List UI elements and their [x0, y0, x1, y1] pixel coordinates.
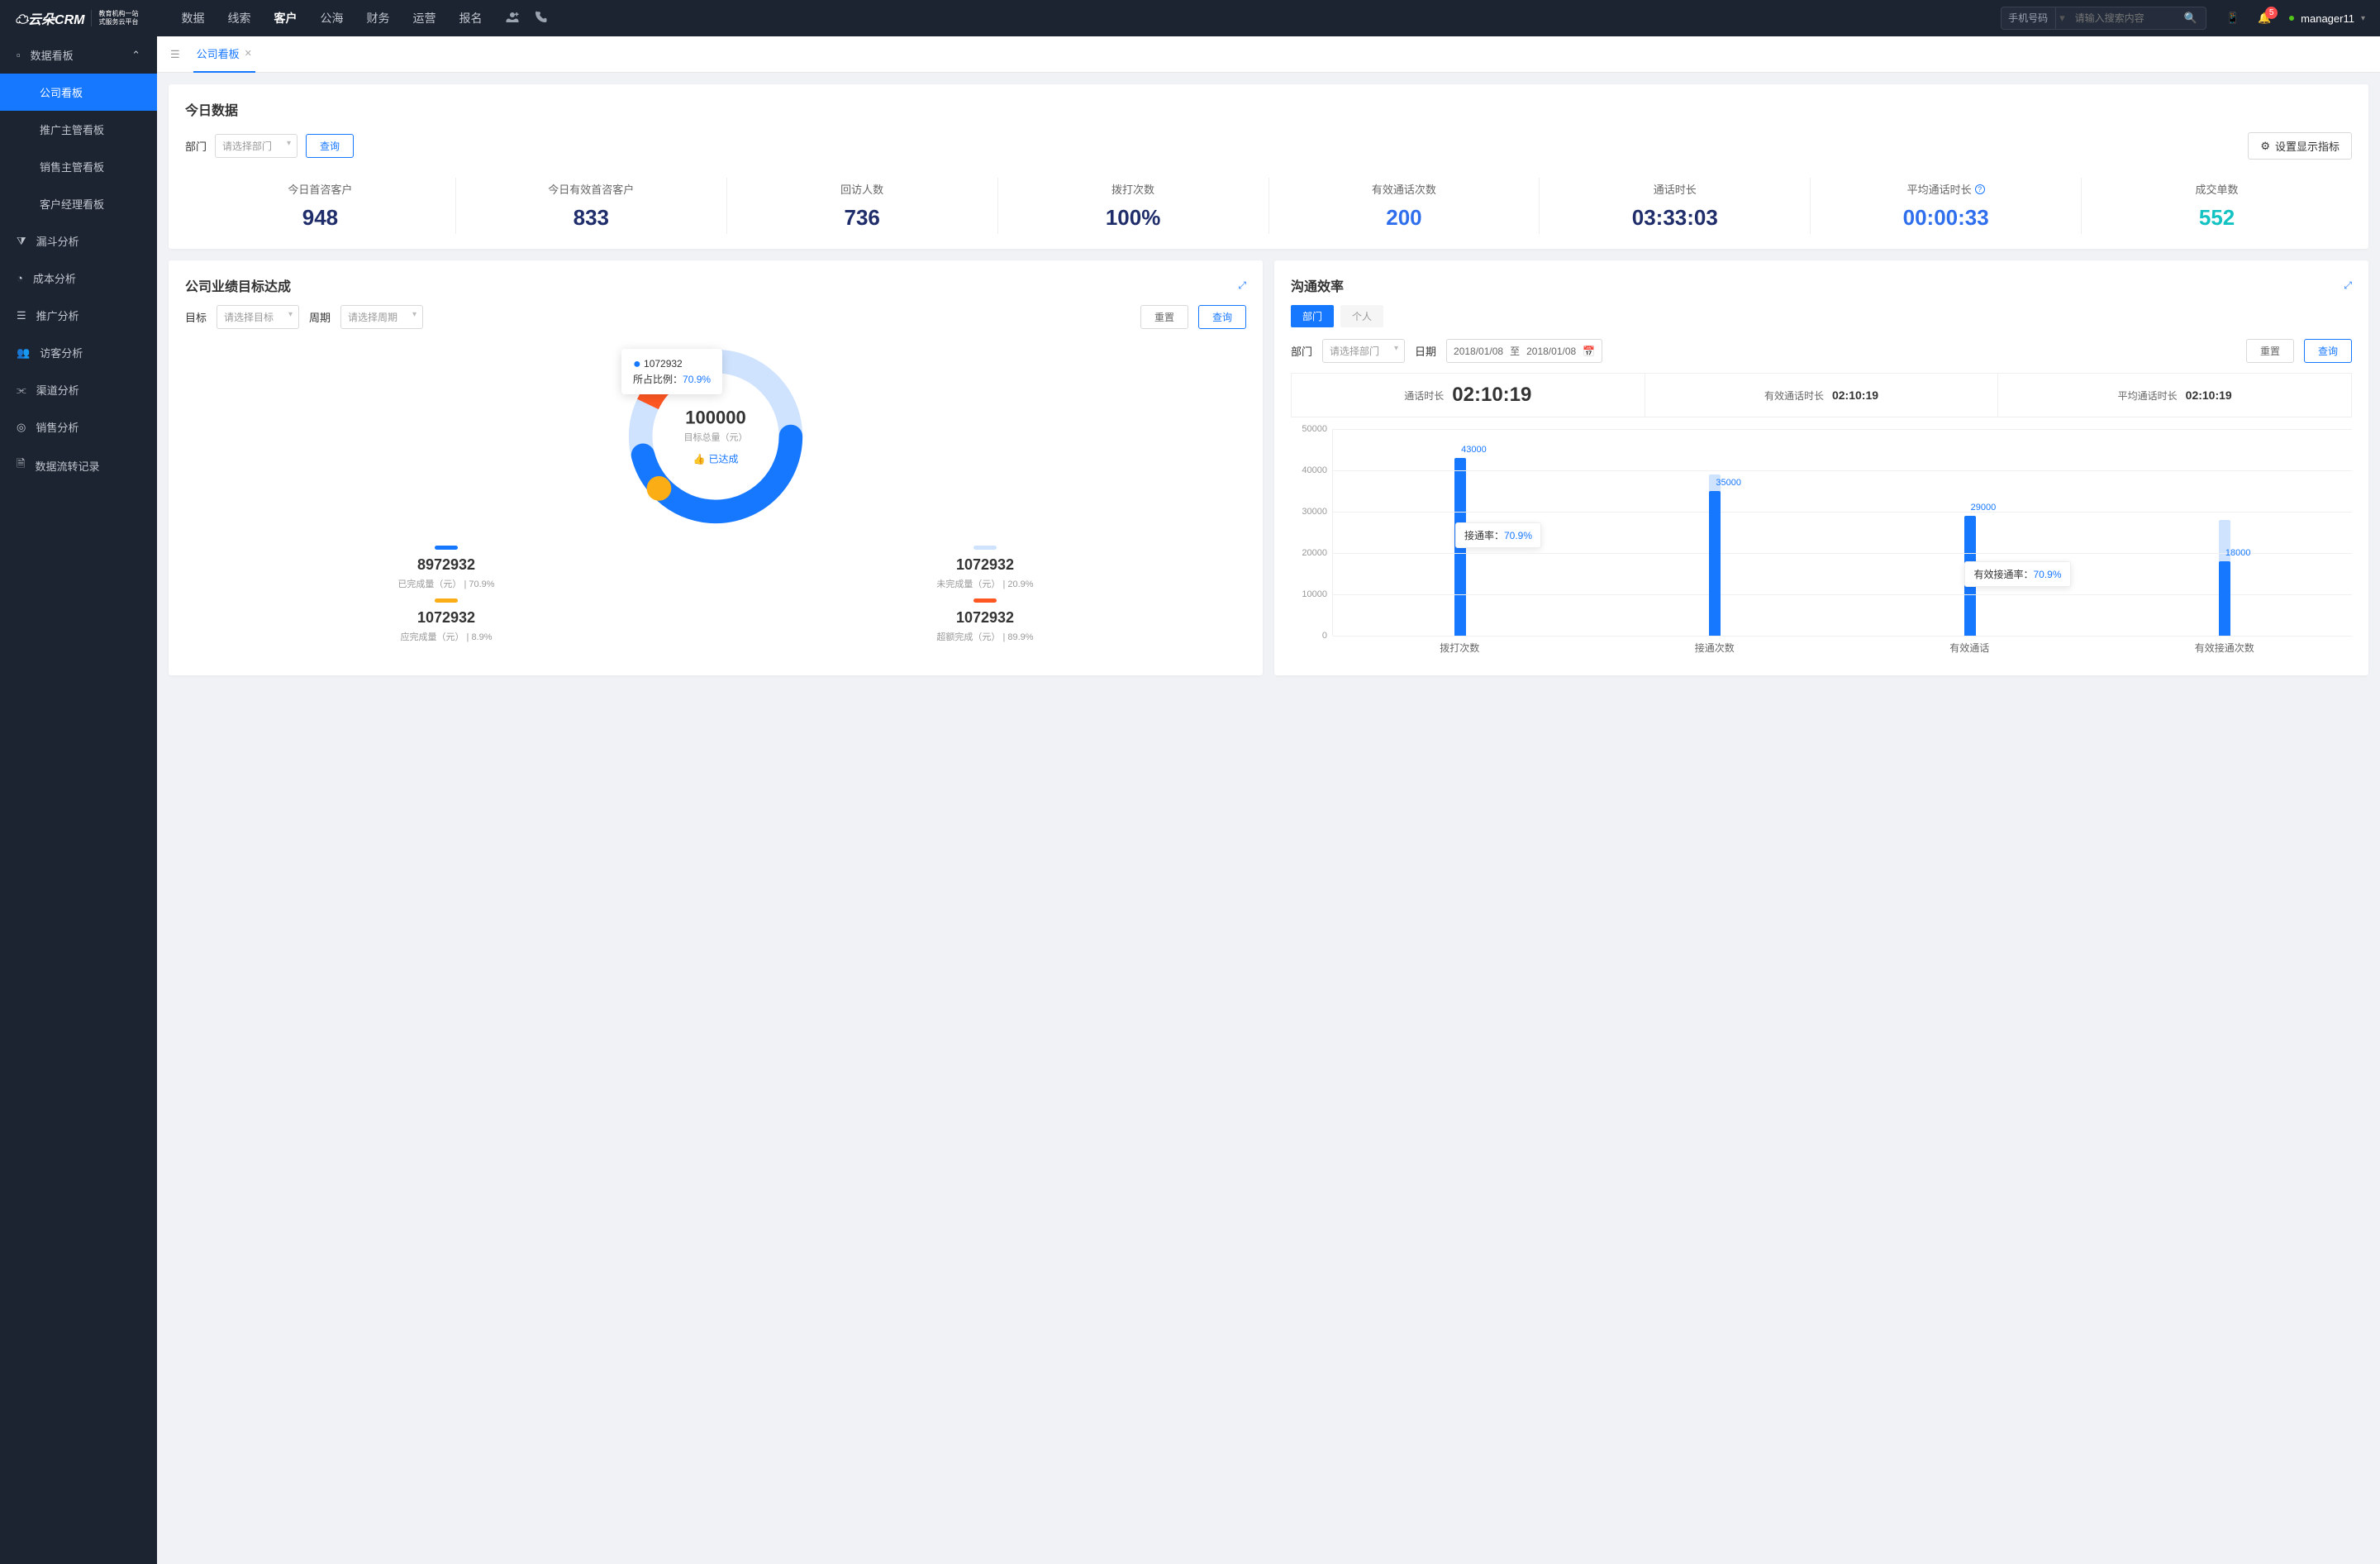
nav-link[interactable]: 线索 — [227, 10, 250, 26]
tab-bar: ☰ 公司看板✕ — [157, 36, 2380, 73]
sidebar-item[interactable]: ⫘渠道分析 — [0, 371, 157, 408]
today-query-button[interactable]: 查询 — [306, 134, 354, 158]
nav-link[interactable]: 运营 — [412, 10, 436, 26]
kpi: 有效通话时长02:10:19 — [1645, 374, 1999, 417]
legend-item: 1072932超额完成（元） | 89.9% — [724, 598, 1246, 643]
top-nav: ☁云朵CRM 教育机构一站式服务云平台 数据 线索 客户 公海 财务 运营 报名 手机号码 … — [0, 0, 2380, 36]
legend-item: 1072932应完成量（元） | 8.9% — [185, 598, 707, 643]
tab-company-dashboard[interactable]: 公司看板✕ — [193, 36, 255, 73]
metric: 有效通话次数200 — [1269, 178, 1540, 234]
logo[interactable]: ☁云朵CRM 教育机构一站式服务云平台 — [15, 8, 138, 28]
segment-option[interactable]: 个人 — [1340, 305, 1383, 327]
goal-reset-button[interactable]: 重置 — [1140, 305, 1188, 329]
card-comm-efficiency: 沟通效率 ⤢ 部门个人 部门 请选择部门 日期 2018/01/08至2018/… — [1274, 260, 2368, 675]
sidebar-icon: ◔ — [17, 272, 23, 284]
close-icon[interactable]: ✕ — [245, 48, 252, 59]
metric: 通话时长03:33:03 — [1540, 178, 1811, 234]
bar-group: 35000 — [1587, 429, 1842, 636]
legend-item: 1072932未完成量（元） | 20.9% — [724, 546, 1246, 590]
gear-icon: ⚙ — [2260, 140, 2270, 153]
segment-control: 部门个人 — [1291, 305, 2352, 327]
metric: 回访人数736 — [727, 178, 998, 234]
sidebar-item[interactable]: ☰推广分析 — [0, 297, 157, 334]
card-today-data: 今日数据 部门 请选择部门 查询 ⚙设置显示指标 今日首咨客户948今日有效首咨… — [169, 84, 2368, 249]
card-goal: 公司业绩目标达成 ⤢ 目标 请选择目标 周期 请选择周期 重置 查询 — [169, 260, 1263, 675]
metric: 今日有效首咨客户833 — [456, 178, 727, 234]
note-connect-rate: 接通率：70.9% — [1455, 522, 1541, 548]
sidebar-sub-item[interactable]: 客户经理看板 — [0, 185, 157, 222]
note-effective-rate: 有效接通率：70.9% — [1964, 561, 2070, 587]
date-range-input[interactable]: 2018/01/08至2018/01/08 📅 — [1446, 339, 1602, 363]
sidebar-sub-item[interactable]: 销售主管看板 — [0, 148, 157, 185]
nav-link[interactable]: 公海 — [320, 10, 343, 26]
sidebar-icon: ◎ — [17, 421, 26, 434]
sidebar-group-dashboard[interactable]: ▫ 数据看板 ⌃ — [0, 36, 157, 74]
bar-group: 29000 — [1843, 429, 2097, 636]
sidebar-icon: ⫘ — [17, 384, 26, 397]
sidebar-item[interactable]: ◔成本分析 — [0, 260, 157, 297]
goal-period-select[interactable]: 请选择周期 — [340, 305, 423, 329]
sidebar-sub-item[interactable]: 公司看板 — [0, 74, 157, 111]
kpi: 平均通话时长02:10:19 — [1998, 374, 2351, 417]
info-icon[interactable]: ? — [1975, 184, 1985, 194]
goal-status: 👍已达成 — [684, 452, 748, 466]
sidebar-icon: 🗎 — [17, 456, 25, 474]
goal-query-button[interactable]: 查询 — [1198, 305, 1246, 329]
calendar-icon: 📅 — [1583, 346, 1595, 357]
goal-target-select[interactable]: 请选择目标 — [217, 305, 299, 329]
top-search: 手机号码 ▾ 🔍 — [2001, 7, 2206, 30]
today-dept-select[interactable]: 请选择部门 — [215, 134, 298, 158]
top-nav-links: 数据 线索 客户 公海 财务 运营 报名 — [181, 10, 482, 26]
top-right: 📱 🔔5 manager11▾ — [2226, 12, 2365, 25]
segment-option[interactable]: 部门 — [1291, 305, 1334, 327]
sidebar-item[interactable]: 👥访客分析 — [0, 334, 157, 371]
sidebar-icon: 👥 — [17, 346, 30, 360]
expand-icon[interactable]: ⤢ — [1238, 279, 1246, 292]
nav-link[interactable]: 报名 — [459, 10, 482, 26]
config-metrics-button[interactable]: ⚙设置显示指标 — [2248, 132, 2352, 160]
expand-icon[interactable]: ⤢ — [2344, 279, 2352, 292]
thumb-up-icon: 👍 — [693, 453, 706, 465]
metric: 平均通话时长?00:00:33 — [1811, 178, 2082, 234]
donut-tooltip: ● 1072932 所占比例：70.9% — [621, 349, 722, 394]
nav-link[interactable]: 数据 — [181, 10, 204, 26]
sidebar-sub-item[interactable]: 推广主管看板 — [0, 111, 157, 148]
sidebar-item[interactable]: ⧩漏斗分析 — [0, 222, 157, 260]
dashboard-icon: ▫ — [17, 49, 21, 61]
sidebar: ▫ 数据看板 ⌃ 公司看板推广主管看板销售主管看板客户经理看板 ⧩漏斗分析◔成本… — [0, 36, 157, 1564]
chevron-up-icon: ⌃ — [131, 49, 140, 62]
add-user-icon[interactable] — [505, 10, 520, 27]
user-menu[interactable]: manager11▾ — [2289, 12, 2365, 25]
bar-chart: 01000020000300004000050000 4300035000290… — [1291, 429, 2352, 660]
comm-dept-select[interactable]: 请选择部门 — [1322, 339, 1405, 363]
bar-group: 18000 — [2097, 429, 2352, 636]
metric: 成交单数552 — [2082, 178, 2352, 234]
bell-icon[interactable]: 🔔5 — [2258, 12, 2271, 25]
metric: 今日首咨客户948 — [185, 178, 456, 234]
menu-icon[interactable]: ☰ — [170, 48, 180, 61]
today-title: 今日数据 — [185, 99, 2352, 119]
search-type-select[interactable]: 手机号码 — [2002, 7, 2056, 29]
top-quick-icons — [505, 10, 548, 27]
sidebar-icon: ☰ — [17, 309, 26, 322]
metric: 拨打次数100% — [998, 178, 1269, 234]
comm-reset-button[interactable]: 重置 — [2246, 339, 2294, 363]
search-input[interactable] — [2068, 7, 2176, 29]
phone-icon[interactable] — [533, 10, 548, 27]
nav-link[interactable]: 财务 — [366, 10, 389, 26]
legend-item: 8972932已完成量（元） | 70.9% — [185, 546, 707, 590]
kpi: 通话时长02:10:19 — [1292, 374, 1645, 417]
sidebar-icon: ⧩ — [17, 235, 26, 248]
comm-query-button[interactable]: 查询 — [2304, 339, 2352, 363]
sidebar-item[interactable]: ◎销售分析 — [0, 408, 157, 446]
donut-chart: 100000 目标总量（元） 👍已达成 ● 1072932 所占比例：70.9% — [616, 337, 815, 536]
search-icon[interactable]: 🔍 — [2176, 12, 2206, 25]
nav-link[interactable]: 客户 — [274, 10, 297, 26]
sidebar-item[interactable]: 🗎数据流转记录 — [0, 446, 157, 485]
mobile-icon[interactable]: 📱 — [2226, 12, 2240, 25]
